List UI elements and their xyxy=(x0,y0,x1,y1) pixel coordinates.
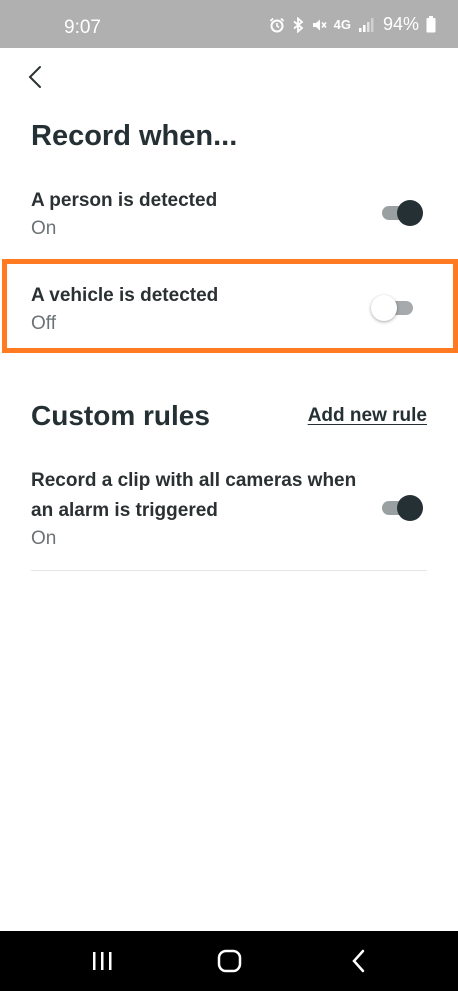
alarm-rule-toggle[interactable] xyxy=(380,493,426,521)
toggle-thumb xyxy=(397,495,423,521)
setting-row-alarm-rule: Record a clip with all cameras when an a… xyxy=(31,466,371,552)
recent-apps-icon xyxy=(93,952,112,970)
signal-icon xyxy=(358,17,374,32)
status-bar: 9:07 4G 94% xyxy=(0,0,458,48)
highlight-box xyxy=(2,259,458,353)
nav-bar xyxy=(0,931,458,991)
add-new-rule-link[interactable]: Add new rule xyxy=(308,405,427,427)
home-button[interactable] xyxy=(217,949,243,978)
bluetooth-icon xyxy=(293,16,304,33)
toggle-thumb xyxy=(397,200,423,226)
divider xyxy=(31,570,427,571)
setting-status-person: On xyxy=(31,218,57,239)
home-icon xyxy=(217,949,242,973)
back-icon xyxy=(352,949,365,973)
back-button[interactable] xyxy=(22,62,52,92)
person-detected-toggle[interactable] xyxy=(380,198,426,226)
section-title-custom-rules: Custom rules xyxy=(31,400,210,431)
chevron-left-icon xyxy=(28,66,41,88)
status-time: 9:07 xyxy=(64,17,101,38)
nav-back-button[interactable] xyxy=(348,949,372,978)
recent-apps-button[interactable] xyxy=(90,949,114,978)
setting-status-alarm-rule: On xyxy=(31,528,57,549)
setting-row-person: A person is detected On xyxy=(31,186,427,242)
setting-label-alarm-rule: Record a clip with all cameras when an a… xyxy=(31,470,357,521)
mute-icon xyxy=(312,19,327,30)
setting-label-person: A person is detected xyxy=(31,190,218,211)
status-icons: 4G 94% xyxy=(269,14,436,35)
alarm-icon xyxy=(269,17,284,32)
network-type: 4G xyxy=(333,17,351,32)
page-title: Record when... xyxy=(31,120,238,152)
battery-percent: 94% xyxy=(382,14,419,34)
battery-icon xyxy=(426,16,436,33)
